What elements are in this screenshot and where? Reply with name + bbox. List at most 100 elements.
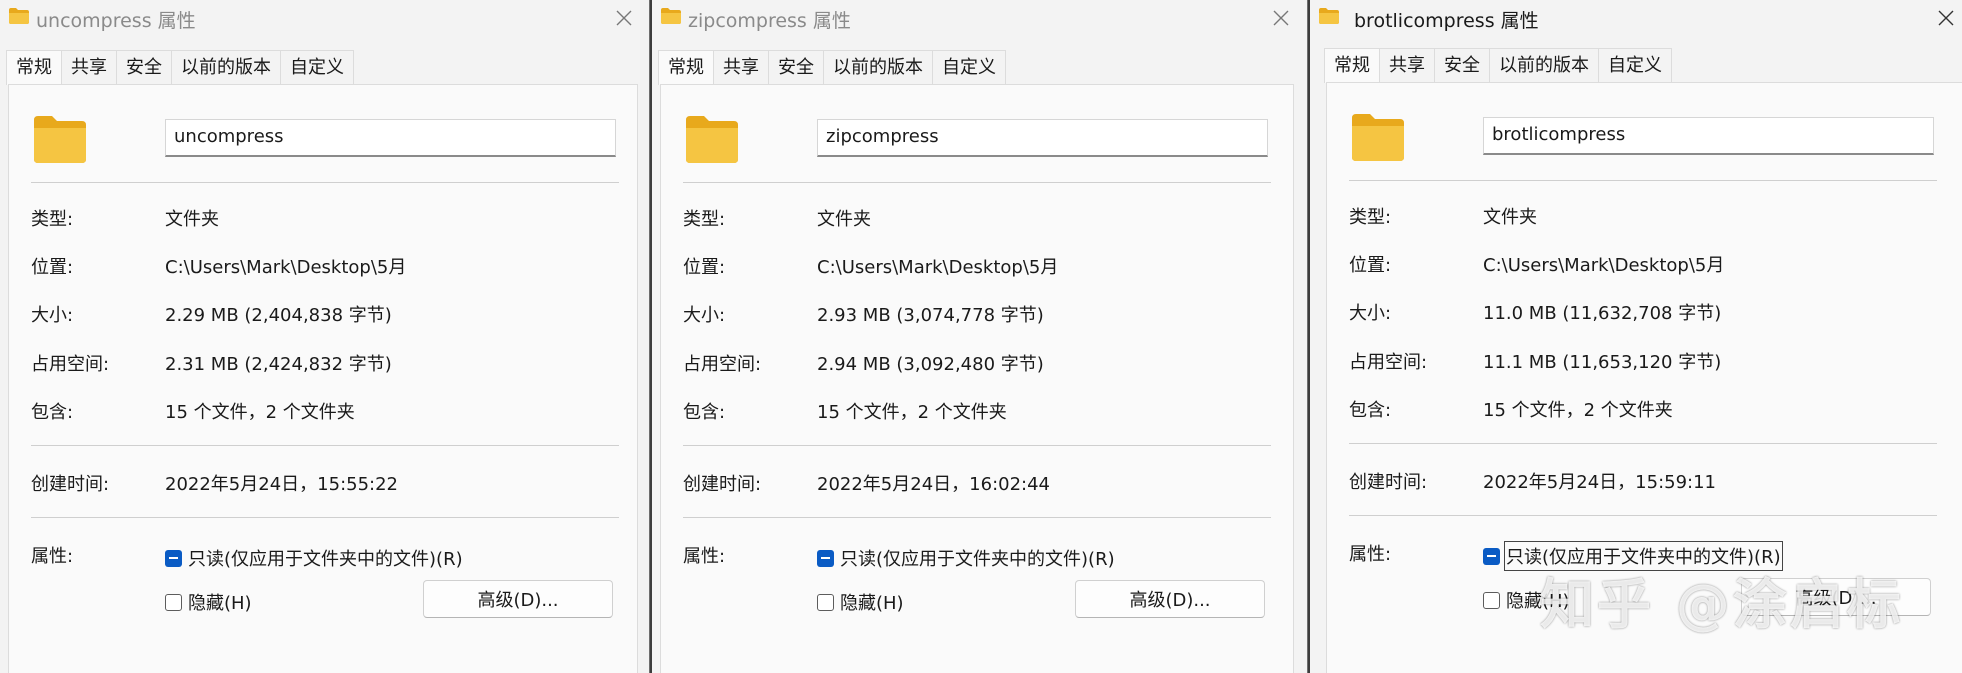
divider (1349, 180, 1937, 181)
size-label: 大小: (1349, 303, 1392, 324)
divider (683, 445, 1271, 446)
checkbox-unchecked-icon (1483, 591, 1500, 609)
close-icon (1273, 10, 1289, 26)
tab-security[interactable]: 安全 (1434, 48, 1490, 83)
tab-customize[interactable]: 自定义 (280, 50, 354, 85)
readonly-label: 只读(仅应用于文件夹中的文件)(R) (840, 549, 1115, 570)
window-title: zipcompress 属性 (688, 10, 851, 32)
tab-strip: 常规 共享 安全 以前的版本 自定义 (658, 50, 1006, 85)
readonly-checkbox[interactable]: 只读(仅应用于文件夹中的文件)(R) (817, 545, 1115, 571)
folder-name-input[interactable]: zipcompress (817, 119, 1268, 157)
contains-value: 15 个文件，2 个文件夹 (165, 402, 355, 423)
tab-sharing[interactable]: 共享 (61, 50, 117, 85)
tab-security[interactable]: 安全 (116, 50, 172, 85)
folder-icon (1319, 8, 1339, 24)
checkbox-indeterminate-icon (165, 549, 182, 567)
folder-name-input[interactable]: uncompress (165, 119, 616, 157)
title-bar[interactable]: zipcompress 属性 (652, 0, 1307, 36)
hidden-checkbox[interactable]: 隐藏(H) (817, 589, 904, 615)
close-button[interactable] (610, 4, 638, 32)
tab-general[interactable]: 常规 (6, 50, 62, 85)
tab-previous-versions[interactable]: 以前的版本 (823, 50, 933, 85)
tab-previous-versions[interactable]: 以前的版本 (1489, 48, 1599, 83)
hidden-label: 隐藏(H) (1506, 591, 1570, 612)
created-label: 创建时间: (683, 474, 762, 495)
divider (31, 445, 619, 446)
attributes-label: 属性: (31, 546, 74, 567)
location-label: 位置: (31, 257, 74, 278)
tab-security[interactable]: 安全 (768, 50, 824, 85)
folder-icon (1352, 114, 1404, 161)
contains-label: 包含: (31, 402, 74, 423)
tab-sharing[interactable]: 共享 (1379, 48, 1435, 83)
tab-sharing[interactable]: 共享 (713, 50, 769, 85)
tab-strip: 常规 共享 安全 以前的版本 自定义 (1324, 48, 1672, 83)
checkbox-unchecked-icon (817, 593, 834, 611)
type-label: 类型: (683, 209, 726, 230)
contains-value: 15 个文件，2 个文件夹 (817, 402, 1007, 423)
size-value: 11.0 MB (11,632,708 字节) (1483, 303, 1722, 324)
divider (1349, 515, 1937, 516)
location-value: C:\Users\Mark\Desktop\5月 (165, 257, 407, 278)
hidden-checkbox[interactable]: 隐藏(H) (1483, 587, 1570, 613)
close-button[interactable] (1932, 4, 1960, 32)
tab-strip: 常规 共享 安全 以前的版本 自定义 (6, 50, 354, 85)
created-label: 创建时间: (1349, 472, 1428, 493)
folder-icon (661, 8, 681, 24)
size-on-disk-label: 占用空间: (31, 354, 110, 375)
checkbox-unchecked-icon (165, 593, 182, 611)
type-label: 类型: (1349, 207, 1392, 228)
folder-name-input[interactable]: brotlicompress (1483, 117, 1934, 155)
size-value: 2.29 MB (2,404,838 字节) (165, 305, 392, 326)
hidden-label: 隐藏(H) (840, 593, 904, 614)
readonly-checkbox[interactable]: 只读(仅应用于文件夹中的文件)(R) (1483, 541, 1783, 571)
size-on-disk-value: 2.94 MB (3,092,480 字节) (817, 354, 1044, 375)
hidden-checkbox[interactable]: 隐藏(H) (165, 589, 252, 615)
close-icon (1938, 10, 1954, 26)
location-label: 位置: (683, 257, 726, 278)
location-value: C:\Users\Mark\Desktop\5月 (817, 257, 1059, 278)
tab-customize[interactable]: 自定义 (1598, 48, 1672, 83)
close-button[interactable] (1267, 4, 1295, 32)
divider (31, 182, 619, 183)
size-label: 大小: (31, 305, 74, 326)
checkbox-indeterminate-icon (1483, 547, 1500, 565)
location-label: 位置: (1349, 255, 1392, 276)
divider (683, 182, 1271, 183)
readonly-checkbox[interactable]: 只读(仅应用于文件夹中的文件)(R) (165, 545, 463, 571)
window-title: uncompress 属性 (36, 10, 196, 32)
size-on-disk-value: 11.1 MB (11,653,120 字节) (1483, 352, 1722, 373)
close-icon (616, 10, 632, 26)
size-label: 大小: (683, 305, 726, 326)
readonly-label: 只读(仅应用于文件夹中的文件)(R) (1504, 541, 1783, 571)
created-value: 2022年5月24日，15:55:22 (165, 474, 399, 495)
attributes-label: 属性: (1349, 544, 1392, 565)
folder-icon (686, 116, 738, 163)
tab-general[interactable]: 常规 (658, 50, 714, 85)
contains-value: 15 个文件，2 个文件夹 (1483, 400, 1673, 421)
properties-window-brotlicompress: brotlicompress 属性 常规 共享 安全 以前的版本 自定义 bro… (1310, 0, 1962, 673)
readonly-label: 只读(仅应用于文件夹中的文件)(R) (188, 549, 463, 570)
divider (31, 517, 619, 518)
tab-general[interactable]: 常规 (1324, 48, 1380, 83)
advanced-button[interactable]: 高级(D)... (423, 580, 613, 618)
advanced-button[interactable]: 高级(D)... (1075, 580, 1265, 618)
contains-label: 包含: (1349, 400, 1392, 421)
title-bar[interactable]: uncompress 属性 (0, 0, 649, 36)
properties-window-zipcompress: zipcompress 属性 常规 共享 安全 以前的版本 自定义 zipcom… (652, 0, 1308, 673)
divider (1349, 443, 1937, 444)
properties-window-uncompress: uncompress 属性 常规 共享 安全 以前的版本 自定义 uncompr… (0, 0, 650, 673)
title-bar[interactable]: brotlicompress 属性 (1310, 0, 1962, 36)
size-on-disk-value: 2.31 MB (2,424,832 字节) (165, 354, 392, 375)
tab-previous-versions[interactable]: 以前的版本 (171, 50, 281, 85)
type-value: 文件夹 (1483, 207, 1537, 228)
hidden-label: 隐藏(H) (188, 593, 252, 614)
location-value: C:\Users\Mark\Desktop\5月 (1483, 255, 1725, 276)
contains-label: 包含: (683, 402, 726, 423)
tab-customize[interactable]: 自定义 (932, 50, 1006, 85)
advanced-button[interactable]: 高级(D)... (1741, 578, 1931, 616)
general-panel: zipcompress 类型: 文件夹 位置: C:\Users\Mark\De… (660, 84, 1294, 673)
window-title: brotlicompress 属性 (1354, 10, 1539, 32)
size-on-disk-label: 占用空间: (1349, 352, 1428, 373)
created-value: 2022年5月24日，16:02:44 (817, 474, 1051, 495)
